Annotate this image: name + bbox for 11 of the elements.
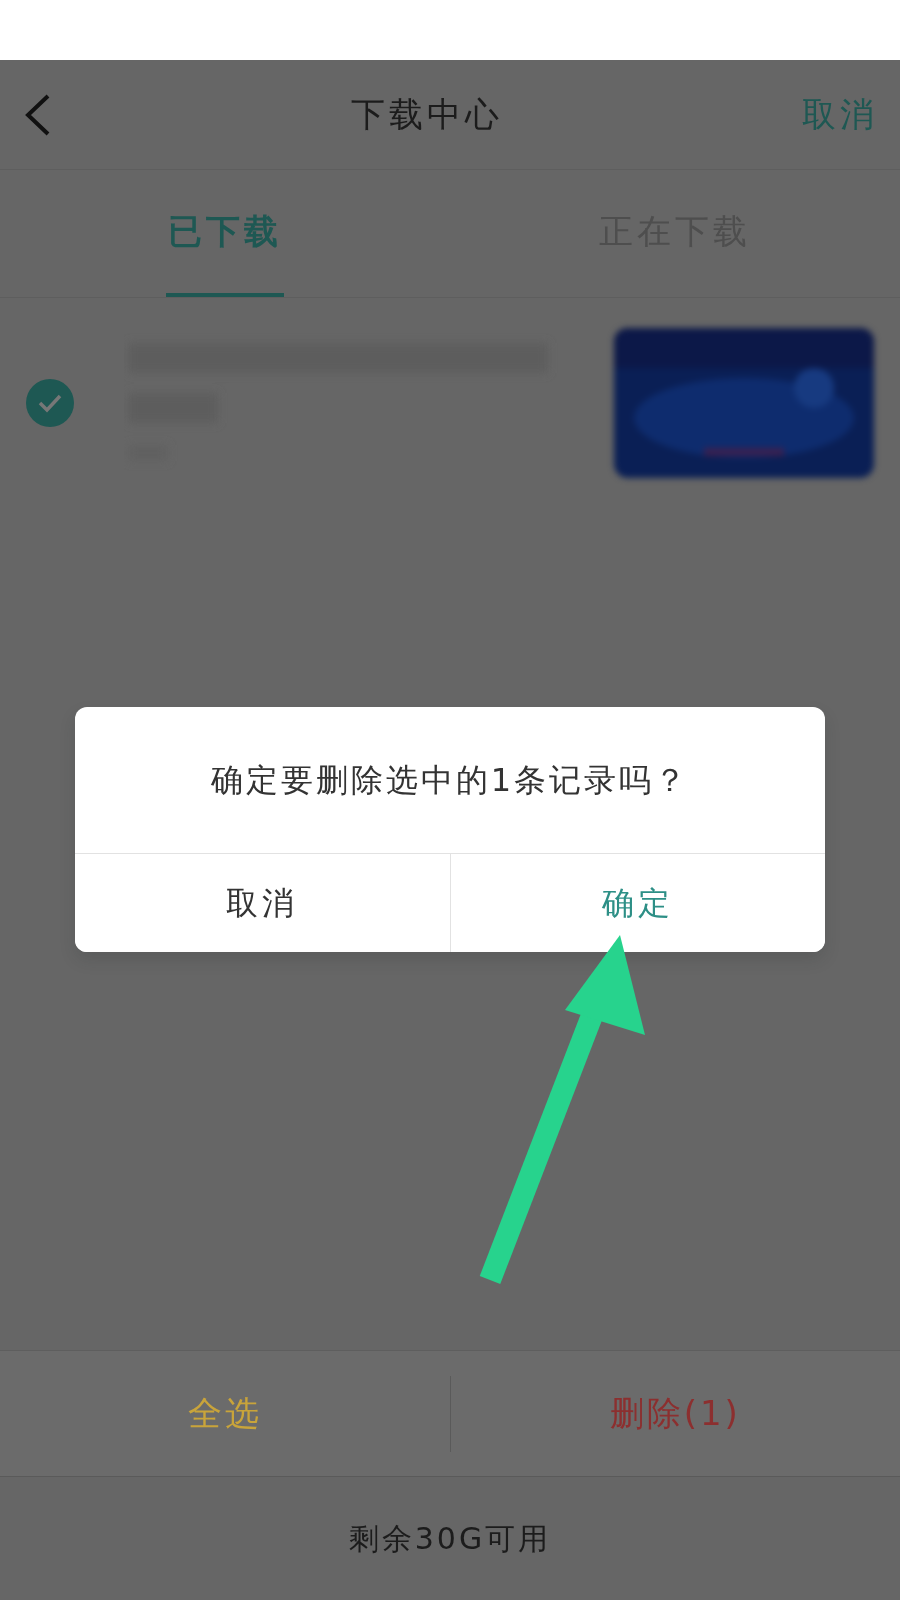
storage-text: 剩余30G可用 [348, 1520, 552, 1558]
delete-button[interactable]: 删除(1) [450, 1375, 900, 1452]
tab[interactable]: 已下载 [166, 170, 284, 297]
dialog-message: 确定要删除选中的1条记录吗？ [210, 760, 690, 801]
confirm-button[interactable]: 确定 [449, 854, 825, 952]
checkbox[interactable] [26, 379, 74, 427]
cancel-link[interactable]: 取消 [802, 89, 878, 140]
page-title: 下载中心 [351, 93, 503, 136]
cancel-button[interactable]: 取消 [75, 854, 450, 952]
check-icon [37, 393, 63, 413]
select-all-button[interactable]: 全选 [0, 1375, 451, 1452]
